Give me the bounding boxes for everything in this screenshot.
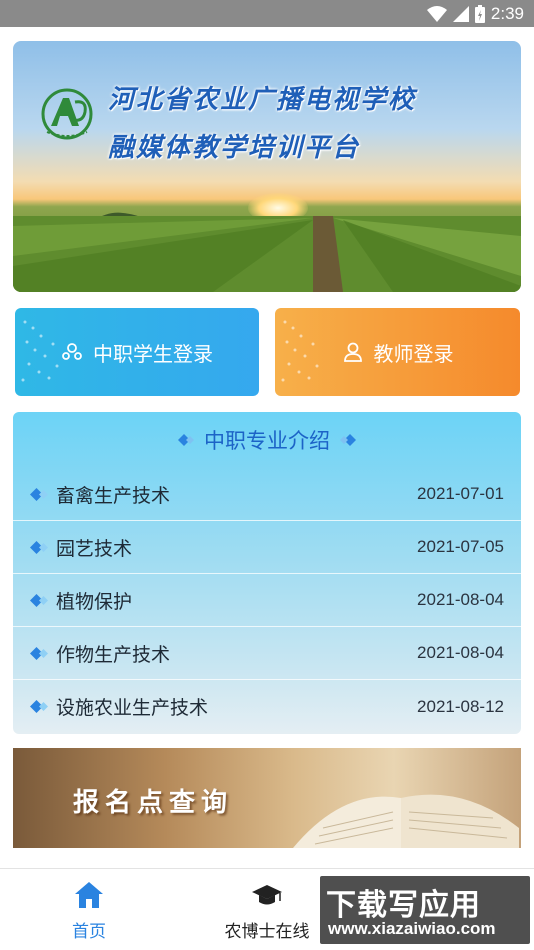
wheat-field bbox=[13, 216, 521, 292]
student-login-button[interactable]: 中职学生登录 bbox=[15, 308, 259, 396]
decorative-dots bbox=[281, 320, 319, 382]
majors-header: 中职专业介绍 bbox=[13, 412, 521, 468]
watermark: 下载写应用 www.xiazaiwiao.com bbox=[320, 876, 530, 944]
hero-banner[interactable]: 河北省农业广播电视学校 融媒体教学培训平台 bbox=[13, 41, 521, 292]
majors-title: 中职专业介绍 bbox=[204, 429, 330, 453]
school-logo bbox=[41, 88, 93, 140]
major-date: 2021-07-01 bbox=[417, 484, 504, 503]
diamond-bullet-icon bbox=[30, 646, 48, 660]
registration-query-banner[interactable]: 报名点查询 bbox=[13, 748, 521, 848]
book-illustration bbox=[293, 794, 519, 848]
major-name: 设施农业生产技术 bbox=[56, 697, 209, 719]
battery-icon bbox=[474, 4, 485, 23]
home-icon bbox=[75, 881, 103, 908]
list-item[interactable]: 作物生产技术 2021-08-04 bbox=[13, 627, 521, 680]
major-name: 作物生产技术 bbox=[56, 643, 171, 666]
watermark-main: 下载写应用 bbox=[326, 888, 481, 923]
major-date: 2021-07-05 bbox=[417, 537, 504, 556]
major-date: 2021-08-04 bbox=[417, 643, 504, 662]
major-name: 园艺技术 bbox=[56, 537, 133, 560]
status-icons: 2:39 bbox=[426, 3, 524, 24]
diamond-bullet-icon bbox=[30, 700, 48, 713]
major-date: 2021-08-12 bbox=[417, 696, 504, 716]
status-bar: 2:39 bbox=[0, 0, 534, 27]
teacher-icon bbox=[343, 342, 362, 362]
diamond-bullet-icon bbox=[30, 540, 48, 554]
nav-home[interactable]: 首页 bbox=[0, 869, 178, 950]
signal-icon bbox=[452, 5, 469, 22]
nav-expert-online-label: 农博士在线 bbox=[224, 921, 310, 942]
major-name: 植物保护 bbox=[56, 590, 133, 613]
major-date: 2021-08-04 bbox=[417, 590, 504, 609]
major-name: 畜禽生产技术 bbox=[56, 484, 171, 507]
diamond-icon bbox=[340, 434, 356, 446]
teacher-login-button[interactable]: 教师登录 bbox=[275, 308, 520, 396]
hero-title: 河北省农业广播电视学校 bbox=[108, 85, 417, 115]
status-time: 2:39 bbox=[490, 3, 524, 23]
decorative-dots bbox=[21, 320, 59, 382]
list-item[interactable]: 植物保护 2021-08-04 bbox=[13, 574, 521, 627]
teacher-login-label: 教师登录 bbox=[373, 341, 454, 366]
registration-query-label: 报名点查询 bbox=[73, 788, 234, 818]
list-item[interactable]: 设施农业生产技术 2021-08-12 bbox=[13, 680, 521, 733]
diamond-bullet-icon bbox=[30, 487, 48, 501]
list-item[interactable]: 园艺技术 2021-07-05 bbox=[13, 521, 521, 574]
student-login-label: 中职学生登录 bbox=[93, 341, 213, 366]
graduation-cap-icon bbox=[252, 884, 282, 904]
nav-home-label: 首页 bbox=[72, 921, 106, 942]
hero-subtitle: 融媒体教学培训平台 bbox=[108, 133, 361, 163]
diamond-icon bbox=[178, 434, 194, 446]
wifi-icon bbox=[426, 5, 447, 22]
watermark-url: www.xiazaiwiao.com bbox=[328, 919, 496, 938]
list-item[interactable]: 畜禽生产技术 2021-07-01 bbox=[13, 468, 521, 521]
diamond-bullet-icon bbox=[30, 593, 48, 607]
majors-panel: 中职专业介绍 畜禽生产技术 2021-07-01 园艺技术 2021-07-05… bbox=[13, 412, 521, 734]
